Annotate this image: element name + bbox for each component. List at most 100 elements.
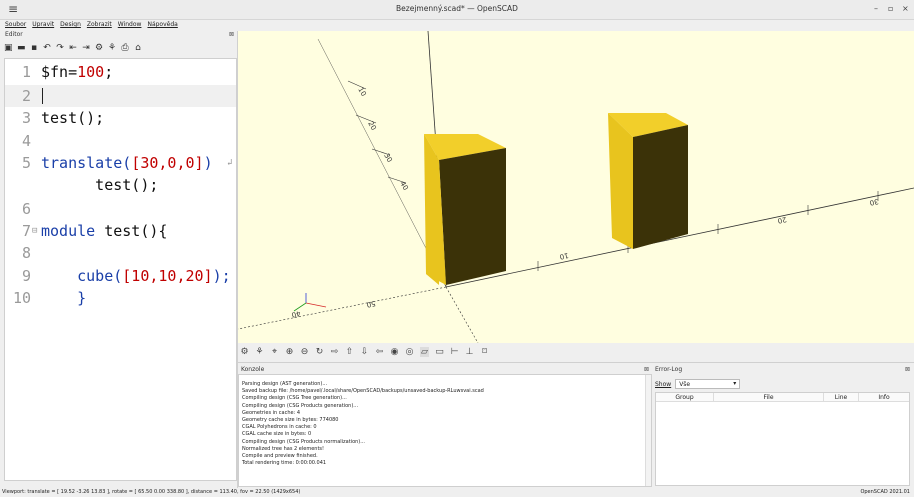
line-number: 1 bbox=[21, 63, 31, 81]
column-header-info[interactable]: Info bbox=[859, 393, 909, 401]
code-token: test(){ bbox=[95, 222, 168, 240]
save-file-icon[interactable]: ▪ bbox=[30, 43, 38, 53]
menu-window[interactable]: Window bbox=[118, 21, 142, 31]
redo-icon[interactable]: ↷ bbox=[56, 43, 64, 53]
line-number: 3 bbox=[21, 109, 31, 127]
code-line[interactable]: 9 cube([10,10,20]); bbox=[5, 265, 236, 287]
y-tick-label: 40 bbox=[398, 180, 409, 192]
preview-icon[interactable]: ⚙ bbox=[95, 43, 103, 53]
console-line: Compiling design (CSG Products normaliza… bbox=[242, 438, 366, 445]
fold-icon[interactable]: ⊟ bbox=[32, 220, 38, 242]
errorlog-filter: Show Vše ▾ bbox=[655, 379, 741, 389]
code-editor[interactable]: 1 $fn=100; 2 3 test(); 4 5 ↲ translate([30,0,0])… bbox=[4, 58, 237, 481]
code-text: translate([30,0,0]) bbox=[41, 152, 213, 174]
open-file-icon[interactable]: ▬ bbox=[17, 43, 26, 53]
line-number: 10 bbox=[12, 289, 31, 307]
code-line[interactable]: 4 bbox=[5, 130, 236, 152]
3d-viewport[interactable]: 10 20 30 40 50 60 10 20 30 40 50 bbox=[238, 31, 914, 343]
console-line: Parsing design (AST generation)... bbox=[242, 381, 328, 387]
undo-icon[interactable]: ↶ bbox=[43, 43, 51, 53]
send-to-print-icon[interactable]: ⌂ bbox=[134, 43, 142, 53]
code-token: [10,10,20] bbox=[122, 267, 213, 285]
editor-title: Editor bbox=[5, 31, 23, 38]
perspective-icon[interactable]: ▱ bbox=[420, 347, 429, 357]
view-front-icon[interactable]: ◉ bbox=[390, 347, 399, 357]
column-header-group[interactable]: Group bbox=[656, 393, 714, 401]
code-line[interactable]: 2 bbox=[5, 85, 236, 107]
code-line[interactable]: 10 } bbox=[5, 287, 236, 309]
code-token: 100 bbox=[77, 63, 105, 81]
view-all-icon[interactable]: ⌖ bbox=[270, 347, 279, 357]
view-bottom-icon[interactable]: ⇩ bbox=[360, 347, 369, 357]
show-edges-icon[interactable]: ⌑ bbox=[480, 347, 489, 357]
status-bar: Viewport: translate = [ 19.52 -3.26 13.8… bbox=[0, 488, 914, 497]
code-token: ); bbox=[212, 267, 231, 285]
view-back-icon[interactable]: ◎ bbox=[405, 347, 414, 357]
show-select-value: Vše bbox=[679, 381, 691, 388]
code-line[interactable]: test(); bbox=[5, 174, 236, 196]
console-line: Geometry cache size in bytes: 774080 bbox=[242, 417, 339, 424]
x-tick-label: 50 bbox=[366, 299, 376, 309]
viewport-status: Viewport: translate = [ 19.52 -3.26 13.8… bbox=[2, 489, 301, 495]
code-line[interactable]: 1 $fn=100; bbox=[5, 61, 236, 83]
new-file-icon[interactable]: ▣ bbox=[4, 43, 13, 53]
editor-toolbar: ▣ ▬ ▪ ↶ ↷ ⇤ ⇥ ⚙ ⚘ ⎙ ⌂ bbox=[4, 41, 142, 55]
show-axes-icon[interactable]: ⊢ bbox=[450, 347, 459, 357]
menu-design[interactable]: Design bbox=[60, 21, 81, 31]
zoom-in-icon[interactable]: ⊕ bbox=[285, 347, 294, 357]
render-icon[interactable]: ⚘ bbox=[108, 43, 116, 53]
code-line[interactable]: 3 test(); bbox=[5, 107, 236, 129]
view-right-icon[interactable]: ⇨ bbox=[330, 347, 339, 357]
console-close-icon[interactable]: ⊠ bbox=[644, 366, 649, 373]
window-title: Bezejmenný.scad* — OpenSCAD bbox=[396, 4, 518, 13]
code-token: ; bbox=[104, 63, 114, 81]
code-line[interactable]: 5 ↲ translate([30,0,0]) bbox=[5, 152, 236, 174]
column-header-line[interactable]: Line bbox=[824, 393, 859, 401]
render-icon[interactable]: ⚘ bbox=[255, 347, 264, 357]
console-output[interactable]: Parsing design (AST generation)... Saved … bbox=[238, 374, 652, 487]
code-line[interactable]: 7 ⊟ module test(){ bbox=[5, 220, 236, 242]
code-token: ) bbox=[203, 154, 213, 172]
orthogonal-icon[interactable]: ▭ bbox=[435, 347, 444, 357]
y-tick-label: 10 bbox=[356, 86, 367, 98]
maximize-icon[interactable]: ▫ bbox=[888, 4, 893, 13]
zoom-out-icon[interactable]: ⊖ bbox=[300, 347, 309, 357]
code-line[interactable]: 6 bbox=[5, 198, 236, 220]
scene-svg: 10 20 30 40 50 60 10 20 30 40 50 bbox=[238, 31, 914, 343]
minimize-icon[interactable]: – bbox=[874, 4, 878, 13]
indent-icon[interactable]: ⇥ bbox=[82, 43, 90, 53]
reset-view-icon[interactable]: ↻ bbox=[315, 347, 324, 357]
export-stl-icon[interactable]: ⎙ bbox=[121, 43, 129, 53]
splitter[interactable] bbox=[238, 362, 914, 363]
y-tick-label: 30 bbox=[382, 152, 393, 164]
console-line: CGAL cache size in bytes: 0 bbox=[242, 431, 312, 438]
menu-soubor[interactable]: Soubor bbox=[5, 21, 26, 31]
unindent-icon[interactable]: ⇤ bbox=[69, 43, 77, 53]
line-number: 5 bbox=[21, 154, 31, 172]
menu-upravit[interactable]: Upravit bbox=[32, 21, 54, 31]
chevron-down-icon: ▾ bbox=[733, 380, 737, 387]
console-line: Compiling design (CSG Tree generation)..… bbox=[242, 395, 347, 402]
menu-napoveda[interactable]: Nápověda bbox=[147, 21, 177, 31]
y-tick-label: 20 bbox=[366, 120, 377, 132]
line-number: 2 bbox=[21, 87, 31, 105]
view-left-icon[interactable]: ⇦ bbox=[375, 347, 384, 357]
code-line[interactable]: 8 bbox=[5, 242, 236, 264]
console-line: Saved backup file: /home/pavel/.local/sh… bbox=[242, 388, 484, 395]
editor-close-icon[interactable]: ⊠ bbox=[229, 31, 234, 38]
errorlog-close-icon[interactable]: ⊠ bbox=[905, 366, 910, 373]
view-top-icon[interactable]: ⇧ bbox=[345, 347, 354, 357]
menu-zobrazit[interactable]: Zobrazit bbox=[87, 21, 112, 31]
code-text: test(); bbox=[41, 107, 104, 129]
show-scale-icon[interactable]: ⊥ bbox=[465, 347, 474, 357]
show-select[interactable]: Vše ▾ bbox=[675, 379, 741, 389]
errorlog-table[interactable]: Group File Line Info bbox=[655, 392, 910, 486]
x-tick-label: 30 bbox=[869, 197, 879, 207]
preview-icon[interactable]: ⚙ bbox=[240, 347, 249, 357]
text-cursor bbox=[42, 88, 43, 104]
close-icon[interactable]: × bbox=[902, 4, 909, 13]
console-scrollbar[interactable] bbox=[645, 375, 651, 486]
cube-right bbox=[608, 113, 688, 249]
column-header-file[interactable]: File bbox=[714, 393, 824, 401]
